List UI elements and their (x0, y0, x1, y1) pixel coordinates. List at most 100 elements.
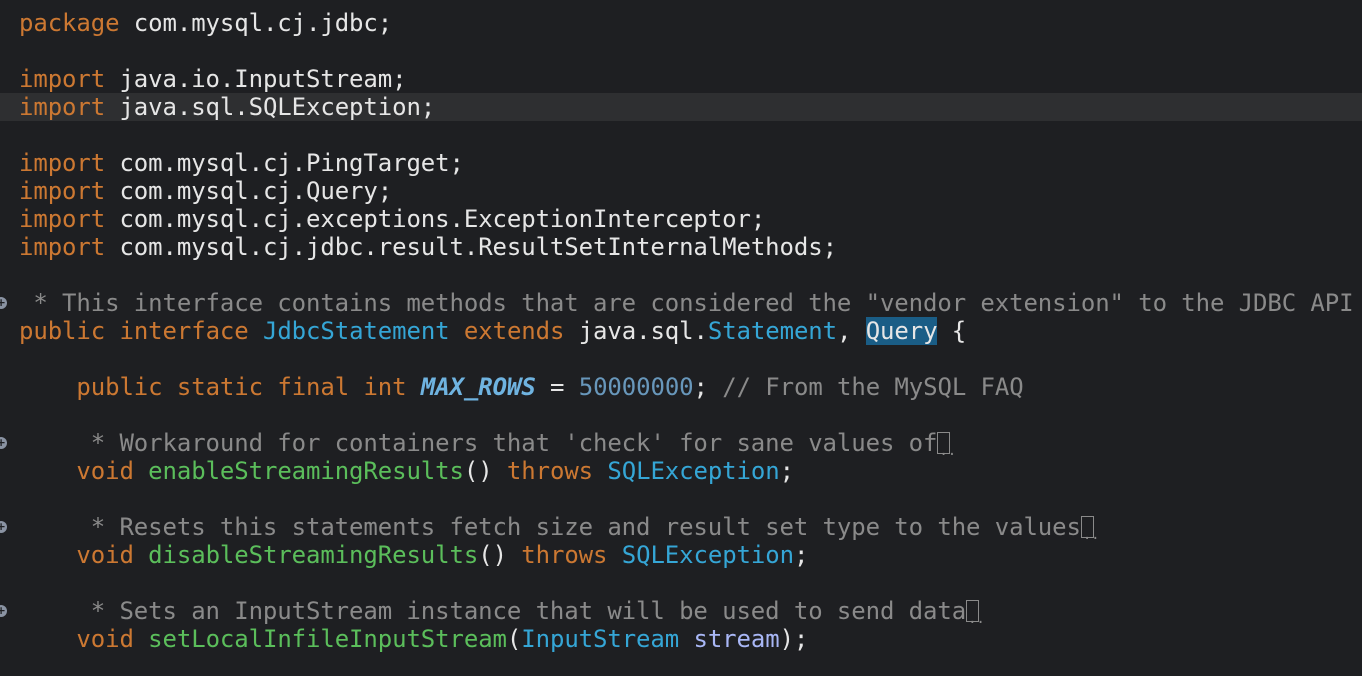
code-text: void disableStreamingResults() throws SQ… (19, 541, 808, 569)
code-token: SQLException (621, 541, 794, 569)
code-token: enableStreamingResults (148, 457, 464, 485)
code-token: com.mysql.cj.jdbc; (119, 9, 393, 37)
code-text: import com.mysql.cj.PingTarget; (19, 149, 464, 177)
code-token: * Resets this statements fetch size and … (19, 513, 1081, 541)
code-token: void (76, 541, 134, 569)
collapsed-comment-indicator[interactable] (1080, 516, 1100, 549)
code-token: com.mysql.cj.Query; (105, 177, 393, 205)
code-token: * Sets an InputStream instance that will… (19, 597, 967, 625)
code-token: ); (779, 625, 809, 653)
code-line[interactable]: import java.io.InputStream; (0, 65, 1362, 93)
collapsed-comment-indicator[interactable] (966, 600, 985, 633)
code-line[interactable]: import com.mysql.cj.Query; (0, 177, 1362, 205)
code-token: import (19, 149, 106, 177)
code-line[interactable]: + * Resets this statements fetch size an… (0, 513, 1362, 549)
fold-expand-icon[interactable]: + (0, 521, 7, 533)
collapsed-comment-indicator[interactable] (937, 432, 956, 465)
code-token: Statement (707, 317, 837, 345)
code-token: () (463, 457, 507, 485)
code-line[interactable]: import com.mysql.cj.jdbc.result.ResultSe… (0, 233, 1362, 261)
code-text: public static final int MAX_ROWS = 50000… (19, 373, 1024, 401)
code-token: static (176, 373, 263, 401)
code-token: int (363, 373, 407, 401)
code-line[interactable]: public static final int MAX_ROWS = 50000… (0, 373, 1362, 401)
code-token: { (937, 317, 967, 345)
code-line[interactable] (0, 401, 1362, 429)
code-line[interactable]: void enableStreamingResults() throws SQL… (0, 457, 1362, 485)
code-line[interactable]: public interface JdbcStatement extends j… (0, 317, 1362, 345)
code-token: import (19, 93, 106, 121)
code-text: * Workaround for containers that 'check'… (19, 429, 956, 465)
code-line[interactable]: void disableStreamingResults() throws SQ… (0, 541, 1362, 569)
code-line[interactable] (0, 37, 1362, 65)
code-token: // From the MySQL FAQ (722, 373, 1024, 401)
fold-expand-icon[interactable]: + (0, 605, 7, 617)
code-token: import (19, 65, 106, 93)
code-token: package (19, 9, 120, 37)
code-line[interactable] (0, 345, 1362, 373)
code-line[interactable]: import com.mysql.cj.exceptions.Exception… (0, 205, 1362, 233)
code-token: JdbcStatement (262, 317, 450, 345)
code-line[interactable]: package com.mysql.cj.jdbc; (0, 9, 1362, 37)
code-line-current[interactable]: import java.sql.SQLException; (0, 93, 1362, 121)
code-token: public (19, 317, 106, 345)
code-token: stream (693, 625, 780, 653)
code-token: * This interface contains methods that a… (19, 289, 1354, 317)
code-text: void enableStreamingResults() throws SQL… (19, 457, 794, 485)
code-text: import java.io.InputStream; (19, 65, 407, 93)
code-token: public (76, 373, 163, 401)
code-line[interactable] (0, 121, 1362, 149)
code-line[interactable] (0, 569, 1362, 597)
code-text: import com.mysql.cj.jdbc.result.ResultSe… (19, 233, 837, 261)
code-line[interactable]: import com.mysql.cj.PingTarget; (0, 149, 1362, 177)
code-token: void (76, 625, 134, 653)
code-line[interactable]: + * This interface contains methods that… (0, 289, 1362, 317)
fold-expand-icon[interactable]: + (0, 297, 7, 309)
code-text: public interface JdbcStatement extends j… (19, 317, 966, 345)
code-line[interactable] (0, 485, 1362, 513)
fold-expand-icon[interactable]: + (0, 437, 7, 449)
code-text: * Sets an InputStream instance that will… (19, 597, 985, 633)
code-line[interactable]: + * Sets an InputStream instance that wi… (0, 597, 1362, 633)
code-token: extends (463, 317, 565, 345)
code-token: com.mysql.cj.PingTarget; (105, 149, 464, 177)
code-token: import (19, 205, 106, 233)
code-token: import (19, 233, 106, 261)
code-token: , (837, 317, 866, 345)
code-token: throws (521, 541, 608, 569)
code-token: void (76, 457, 134, 485)
code-token: com.mysql.cj.exceptions.ExceptionInterce… (105, 205, 766, 233)
code-line[interactable]: + * Workaround for containers that 'chec… (0, 429, 1362, 465)
code-token: () (478, 541, 522, 569)
code-token: MAX_ROWS (420, 373, 536, 401)
code-text: package com.mysql.cj.jdbc; (19, 9, 392, 37)
search-match-highlight: Query (865, 317, 938, 345)
code-token: = (535, 373, 579, 401)
code-token: disableStreamingResults (148, 541, 479, 569)
code-line[interactable] (0, 261, 1362, 289)
code-text: void setLocalInfileInputStream(InputStre… (19, 625, 808, 653)
code-text: * This interface contains methods that a… (19, 289, 1353, 317)
code-token: InputStream (521, 625, 680, 653)
code-text: import com.mysql.cj.exceptions.Exception… (19, 205, 765, 233)
code-token: ; (693, 373, 723, 401)
code-token: ; (779, 457, 794, 485)
code-token: SQLException (607, 457, 780, 485)
code-token: final (277, 373, 350, 401)
code-token: * Workaround for containers that 'check'… (19, 429, 938, 457)
code-token: interface (119, 317, 249, 345)
code-line[interactable]: void setLocalInfileInputStream(InputStre… (0, 625, 1362, 653)
code-token: ; (793, 541, 809, 569)
code-editor[interactable]: package com.mysql.cj.jdbc; import java.io… (0, 0, 1362, 676)
